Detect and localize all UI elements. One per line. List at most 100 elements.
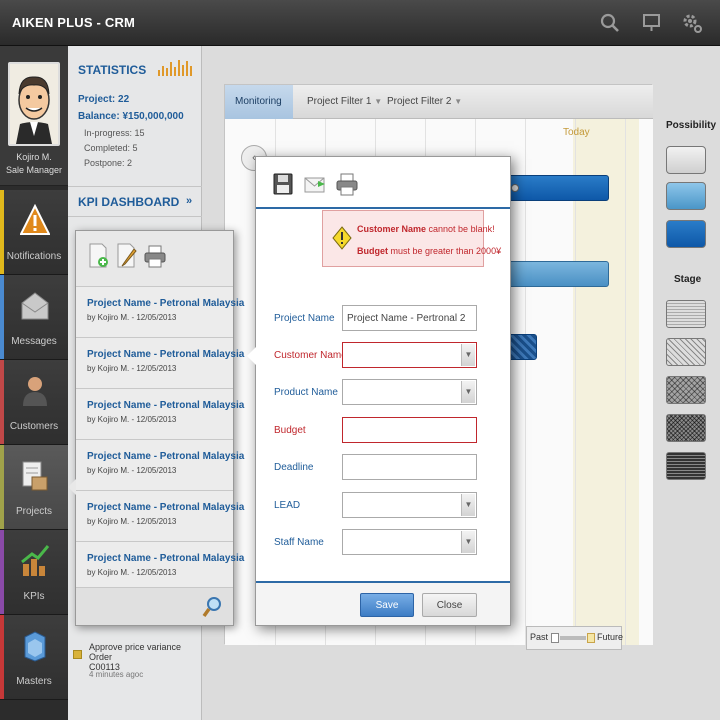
projects-popup: Project Name - Petronal Malaysia by Koji… xyxy=(68,230,244,626)
customer-name-error: Customer Name cannot be blank! xyxy=(357,224,495,234)
project-name: Project Name - Petronal Malaysia xyxy=(87,400,245,411)
chevron-down-icon: ▼ xyxy=(454,97,463,106)
project-name: Project Name - Petronal Malaysia xyxy=(87,298,245,309)
project-meta: by Kojiro M. - 12/05/2013 xyxy=(87,415,177,424)
warning-icon xyxy=(19,203,51,238)
grid-line xyxy=(625,119,626,645)
nav-masters[interactable]: Masters xyxy=(0,615,68,700)
tab-bar: Monitoring Project Filter 1 ▼ Project Fi… xyxy=(225,85,653,119)
stat-postpone: Postpone: 2 xyxy=(84,158,133,168)
slider-left-handle[interactable] xyxy=(551,633,559,643)
project-list-item[interactable]: Project Name - Petronal Malaysia by Koji… xyxy=(76,439,244,490)
edit-document-icon[interactable] xyxy=(116,243,138,269)
slider-track[interactable] xyxy=(560,636,586,640)
tab-monitoring[interactable]: Monitoring xyxy=(225,85,293,119)
stat-completed: Completed: 5 xyxy=(84,143,138,153)
left-nav: Kojiro M. Sale Manager Notifications Mes… xyxy=(0,46,68,720)
chevron-down-icon[interactable]: » xyxy=(186,195,192,207)
monitor-icon[interactable] xyxy=(640,11,664,35)
tab-project-filter-2[interactable]: Project Filter 2 ▼ xyxy=(377,85,472,119)
stage-pattern-5 xyxy=(666,452,706,480)
nav-notifications[interactable]: Notifications xyxy=(0,190,68,275)
app-title: AIKEN PLUS - CRM xyxy=(12,15,136,30)
staff-name-label: Staff Name xyxy=(274,537,324,548)
nav-projects[interactable]: Projects xyxy=(0,445,68,530)
possibility-medium-swatch xyxy=(666,182,706,210)
project-name: Project Name - Petronal Malaysia xyxy=(87,502,245,513)
possibility-low-swatch xyxy=(666,146,706,174)
activity-time: 4 minutes agoc xyxy=(89,670,144,679)
project-name-label: Project Name xyxy=(274,313,335,324)
product-name-label: Product Name xyxy=(274,387,338,398)
nav-label: Masters xyxy=(16,676,52,687)
dialog-toolbar xyxy=(256,157,510,209)
chevron-down-icon[interactable]: ▼ xyxy=(461,381,475,403)
deadline-input[interactable] xyxy=(342,454,477,480)
project-list-item[interactable]: Project Name - Petronal Malaysia by Koji… xyxy=(76,541,244,592)
printer-icon[interactable] xyxy=(144,243,166,269)
activity-text[interactable]: Approve price variance Order C00113 xyxy=(89,642,199,672)
project-meta: by Kojiro M. - 12/05/2013 xyxy=(87,313,177,322)
dialog-footer: Save Close xyxy=(256,581,510,625)
user-card[interactable]: Kojiro M. Sale Manager xyxy=(0,46,68,186)
kpi-chart-icon xyxy=(20,544,50,578)
nav-kpis[interactable]: KPIs xyxy=(0,530,68,615)
user-name: Kojiro M. xyxy=(16,152,52,162)
time-slider[interactable]: Past Future xyxy=(526,626,623,650)
staff-name-select[interactable]: ▼ xyxy=(342,529,477,555)
budget-error: Budget must be greater than 2000¥ xyxy=(357,246,501,256)
stat-balance: Balance: ¥150,000,000 xyxy=(78,111,184,122)
nav-customers[interactable]: Customers xyxy=(0,360,68,445)
search-icon[interactable] xyxy=(598,11,622,35)
validation-error-box: Customer Name cannot be blank! Budget mu… xyxy=(322,210,501,267)
tab-label: Project Filter 2 xyxy=(387,96,452,107)
kpi-dashboard-title: KPI DASHBOARD xyxy=(78,195,180,209)
chevron-down-icon[interactable]: ▼ xyxy=(461,531,475,553)
lead-select[interactable]: ▼ xyxy=(342,492,477,518)
project-list-item[interactable]: Project Name - Petronal Malaysia by Koji… xyxy=(76,490,244,541)
budget-input[interactable] xyxy=(342,417,477,443)
gantt-bar-handle[interactable] xyxy=(511,184,519,192)
save-disk-icon[interactable] xyxy=(272,171,294,197)
envelope-icon xyxy=(20,289,50,323)
nav-messages[interactable]: Messages xyxy=(0,275,68,360)
nav-label: Messages xyxy=(11,336,57,347)
divider xyxy=(68,216,202,217)
top-bar: AIKEN PLUS - CRM xyxy=(0,0,720,46)
project-list-item[interactable]: Project Name - Petronal Malaysia by Koji… xyxy=(76,388,244,439)
budget-label: Budget xyxy=(274,425,306,436)
nav-label: Customers xyxy=(9,421,59,432)
error-message: must be greater than 2000¥ xyxy=(388,246,502,256)
popup-arrow xyxy=(68,479,76,495)
customer-name-label: Customer Name xyxy=(274,350,347,361)
project-meta: by Kojiro M. - 12/05/2013 xyxy=(87,568,177,577)
chevron-down-icon[interactable]: ▼ xyxy=(461,494,475,516)
stage-pattern-2 xyxy=(666,338,706,366)
search-icon[interactable] xyxy=(202,595,224,622)
customer-name-select[interactable]: ▼ xyxy=(342,342,477,368)
project-meta: by Kojiro M. - 12/05/2013 xyxy=(87,517,177,526)
tab-label: Project Filter 1 xyxy=(307,96,372,107)
stage-pattern-3 xyxy=(666,376,706,404)
add-document-icon[interactable] xyxy=(88,243,110,269)
nav-label: Projects xyxy=(15,506,53,517)
slider-right-handle[interactable] xyxy=(587,633,595,643)
product-name-select[interactable]: ▼ xyxy=(342,379,477,405)
project-name: Project Name - Petronal Malaysia xyxy=(87,349,245,360)
project-name: Project Name - Petronal Malaysia xyxy=(87,553,245,564)
chevron-down-icon[interactable]: ▼ xyxy=(461,344,475,366)
settings-icon[interactable] xyxy=(680,11,704,35)
stat-project: Project: 22 xyxy=(78,94,130,105)
user-role: Sale Manager xyxy=(5,165,63,175)
printer-icon[interactable] xyxy=(336,171,358,197)
avatar xyxy=(8,62,60,146)
close-button[interactable]: Close xyxy=(422,593,477,617)
activity-line1: Approve price variance Order xyxy=(89,642,182,662)
project-list-item[interactable]: Project Name - Petronal Malaysia by Koji… xyxy=(76,286,244,337)
save-button[interactable]: Save xyxy=(360,593,414,617)
error-message: cannot be blank! xyxy=(426,224,495,234)
send-mail-icon[interactable] xyxy=(304,171,326,197)
project-name-input[interactable] xyxy=(342,305,477,331)
bar-chart-icon xyxy=(158,58,194,79)
project-list-item[interactable]: Project Name - Petronal Malaysia by Koji… xyxy=(76,337,244,388)
